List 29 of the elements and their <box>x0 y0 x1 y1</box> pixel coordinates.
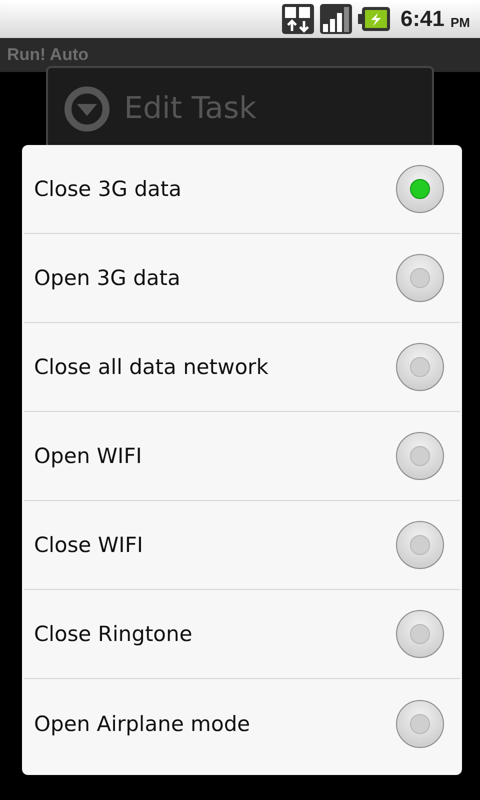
option-item[interactable]: Close WIFI <box>24 501 460 590</box>
radio-button[interactable] <box>396 521 444 569</box>
option-item[interactable]: Close 3G data <box>24 145 460 234</box>
option-item[interactable]: Close Ringtone <box>24 590 460 679</box>
radio-button[interactable] <box>396 700 444 748</box>
clock-time: 6:41 <box>400 6 444 32</box>
option-label: Close WIFI <box>34 533 144 557</box>
signal-icon <box>320 4 352 34</box>
option-label: Close all data network <box>34 355 268 379</box>
dialog-title: Edit Task <box>124 90 256 128</box>
option-label: Close 3G data <box>34 177 182 201</box>
option-label: Open 3G data <box>34 266 180 290</box>
option-label: Open Airplane mode <box>34 712 250 736</box>
radio-button[interactable] <box>396 165 444 213</box>
option-item[interactable]: Open Airplane mode <box>24 679 460 768</box>
battery-charging-icon <box>358 7 390 31</box>
option-item[interactable]: Open WIFI <box>24 412 460 501</box>
option-item[interactable]: Open 3G data <box>24 234 460 323</box>
option-label: Open WIFI <box>34 444 142 468</box>
clock-period: PM <box>450 14 470 30</box>
radio-button[interactable] <box>396 343 444 391</box>
app-title: Run! Auto <box>7 45 89 65</box>
radio-button[interactable] <box>396 254 444 302</box>
radio-button[interactable] <box>396 610 444 658</box>
option-item[interactable]: Close all data network <box>24 323 460 412</box>
option-label: Close Ringtone <box>34 622 192 646</box>
dropdown-icon <box>64 86 110 132</box>
radio-button[interactable] <box>396 432 444 480</box>
network-3g-icon <box>282 4 314 34</box>
